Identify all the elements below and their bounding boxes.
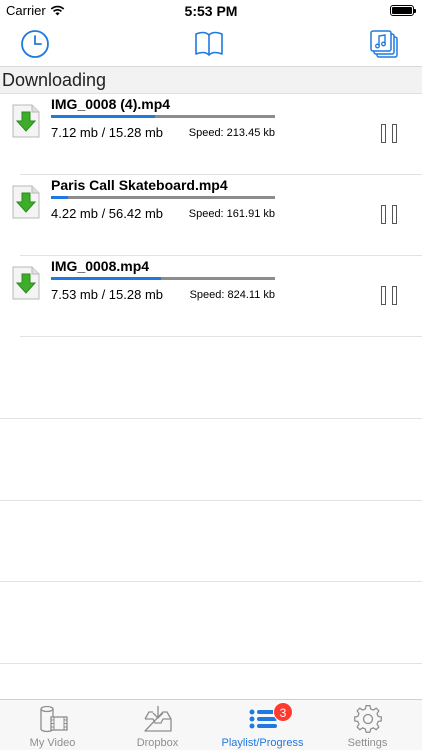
history-button[interactable] [17,26,53,62]
download-size: 7.53 mb / 15.28 mb [51,287,164,302]
download-row[interactable]: Paris Call Skateboard.mp4 4.22 mb / 56.4… [0,175,422,256]
notification-badge: 3 [273,702,293,722]
inbox-download-icon [143,706,172,732]
tab-my-video[interactable]: My Video [0,700,105,750]
table-separator [0,581,422,582]
download-speed: Speed: 824.11 kb [189,289,275,301]
status-time: 5:53 PM [184,3,238,19]
book-icon [195,31,223,56]
tab-label: Dropbox [136,737,179,749]
gear-icon [353,705,382,733]
pause-button[interactable] [378,284,400,306]
file-download-icon [12,104,40,138]
download-size: 7.12 mb / 15.28 mb [51,125,164,140]
section-header: Downloading [0,66,422,94]
playlist-button[interactable] [366,26,402,62]
pause-button[interactable] [378,203,400,225]
download-speed: Speed: 161.91 kb [188,208,275,220]
download-speed: Speed: 213.45 kb [188,127,275,139]
music-playlist-icon [370,30,398,58]
file-name: Paris Call Skateboard.mp4 [51,177,228,193]
download-row[interactable]: IMG_0008 (4).mp4 7.12 mb / 15.28 mb Spee… [0,94,422,175]
table-separator [0,663,422,664]
video-reel-icon [39,705,68,733]
table-separator [0,500,422,501]
download-size: 4.22 mb / 56.42 mb [51,206,164,221]
status-bar: Carrier 5:53 PM [0,0,422,22]
tab-settings[interactable]: Settings [315,700,420,750]
download-row[interactable]: IMG_0008.mp4 7.53 mb / 15.28 mb Speed: 8… [0,256,422,337]
progress-bar [51,115,275,118]
section-title: Downloading [2,70,107,90]
table-separator [0,418,422,419]
file-download-icon [12,266,40,300]
bookmarks-button[interactable] [191,26,227,62]
progress-bar [51,277,275,280]
clock-icon [21,30,49,58]
progress-bar [51,196,275,199]
tab-label: Settings [347,737,388,749]
battery-icon [390,5,416,16]
file-name: IMG_0008.mp4 [51,258,150,274]
file-download-icon [12,185,40,219]
tab-bar: My Video Dropbox 3 Playlist/Progress Set… [0,699,422,750]
tab-label: Playlist/Progress [221,737,304,749]
tab-dropbox[interactable]: Dropbox [105,700,210,750]
tab-playlist-progress[interactable]: 3 Playlist/Progress [210,700,315,750]
top-toolbar [0,22,422,66]
pause-button[interactable] [378,122,400,144]
tab-label: My Video [29,737,76,749]
file-name: IMG_0008 (4).mp4 [51,96,171,112]
